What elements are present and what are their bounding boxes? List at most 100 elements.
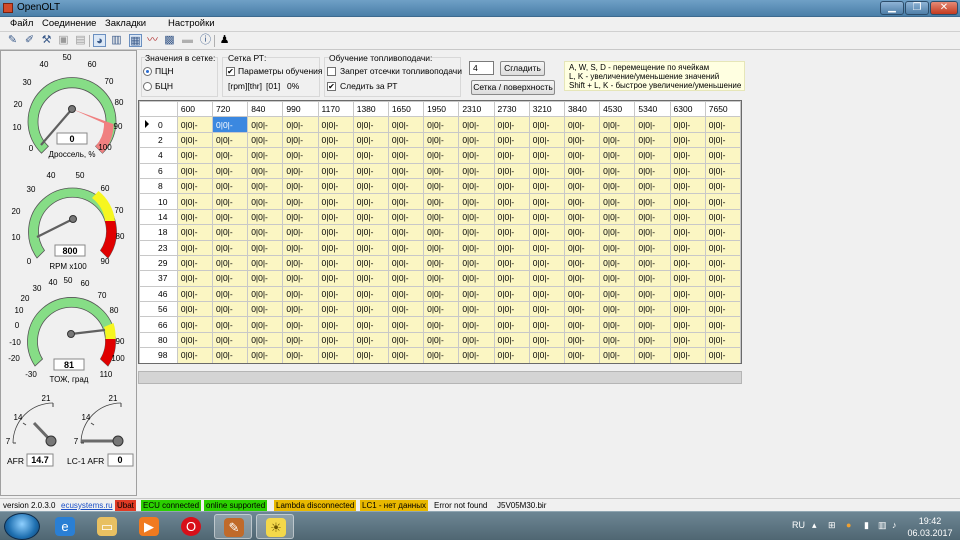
grid-cell[interactable]: 0|0|- [352, 254, 389, 272]
grid-cell[interactable]: 0|0|- [247, 347, 284, 363]
grid-cell[interactable]: 0|0|- [669, 162, 706, 179]
grid-cell[interactable]: 0|0|- [704, 347, 741, 363]
grid-cell[interactable]: 0|0|- [704, 193, 741, 210]
chip-icon[interactable]: ▣ [57, 34, 70, 47]
grid-cell[interactable]: 0|0|- [493, 331, 530, 349]
grid-cell[interactable]: 0|0|- [563, 116, 601, 133]
grid-cell[interactable]: 0|0|- [704, 162, 741, 179]
grid-cell[interactable]: 0|0|- [282, 239, 319, 256]
grid-cell[interactable]: 0|0|- [247, 147, 284, 164]
grid-cell[interactable]: 0|0|- [634, 270, 671, 287]
grid-cell[interactable]: 0|0|- [493, 224, 530, 241]
grid-cell[interactable]: 0|0|- [212, 162, 249, 179]
grid-cell[interactable]: 0|0|- [634, 331, 671, 349]
battery-icon[interactable]: ▮ [864, 520, 869, 531]
grid-cell[interactable]: 0|0|- [704, 224, 741, 241]
fuel-grid[interactable]: 600 720 840 990 1170 1380 1650 1950 2310 2730 3210… [138, 100, 742, 364]
grid-cell[interactable]: 0|0|- [247, 285, 284, 303]
openolt-taskbar-button[interactable]: ✎ [214, 514, 252, 539]
grid-cell[interactable]: 0|0|- [352, 162, 389, 179]
grid-cell[interactable]: 0|0|- [528, 224, 565, 241]
bulb-taskbar-button[interactable]: ☀ [256, 514, 294, 539]
grid-cell[interactable]: 0|0|- [669, 347, 706, 363]
grid-cell[interactable]: 0|0|- [458, 224, 495, 241]
smooth-input[interactable]: 4 [469, 61, 494, 75]
grid-cell[interactable]: 0|0|- [212, 147, 249, 164]
grid-cell[interactable]: 0|0|- [176, 331, 214, 349]
grid-cell[interactable]: 0|0|- [282, 254, 319, 272]
grid-cell[interactable]: 0|0|- [528, 301, 565, 318]
grid-cell[interactable]: 0|0|- [282, 331, 319, 349]
grid-cell[interactable]: 0|0|- [282, 347, 319, 363]
grid-cell[interactable]: 0|0|- [493, 131, 530, 149]
grid-cell[interactable]: 0|0|- [669, 270, 706, 287]
grid-cell[interactable]: 0|0|- [212, 254, 249, 272]
grid-cell[interactable]: 0|0|- [458, 301, 495, 318]
grid-cell[interactable]: 0|0|- [317, 285, 354, 303]
language-indicator[interactable]: RU [792, 520, 805, 530]
grid-cell[interactable]: 0|0|- [634, 131, 671, 149]
grid-cell[interactable]: 0|0|- [212, 331, 249, 349]
grid-cell[interactable]: 0|0|- [563, 193, 601, 210]
grid-cell[interactable]: 0|0|- [247, 316, 284, 333]
grid-cell[interactable]: 0|0|- [352, 131, 389, 149]
grid-cell[interactable]: 0|0|- [423, 331, 460, 349]
grid-cell[interactable]: 0|0|- [528, 162, 565, 179]
grid-cell[interactable]: 0|0|- [599, 147, 636, 164]
grid-cell[interactable]: 0|0|- [704, 177, 741, 195]
grid-cell[interactable]: 0|0|- [563, 177, 601, 195]
table-icon[interactable]: ▥ [110, 34, 123, 47]
minimize-button[interactable]: ▁ [880, 1, 904, 15]
grid-cell[interactable]: 0|0|- [212, 193, 249, 210]
grid-cell[interactable]: 0|0|- [176, 177, 214, 195]
grid-cell[interactable]: 0|0|- [423, 131, 460, 149]
grid-cell[interactable]: 0|0|- [563, 162, 601, 179]
grid-cell[interactable]: 0|0|- [423, 116, 460, 133]
grid-cell[interactable]: 0|0|- [212, 239, 249, 256]
grid-cell[interactable]: 0|0|- [493, 285, 530, 303]
grid-cell[interactable]: 0|0|- [317, 208, 354, 226]
grid-cell[interactable]: 0|0|- [352, 301, 389, 318]
menu-bookmarks[interactable]: Закладки [105, 18, 146, 29]
grid-icon[interactable]: ▦ [129, 34, 142, 47]
grid-cell[interactable]: 0|0|- [669, 331, 706, 349]
grid-cell[interactable]: 0|0|- [317, 254, 354, 272]
ie-taskbar-button[interactable]: e [46, 514, 84, 539]
grid-cell[interactable]: 0|0|- [704, 147, 741, 164]
disabled-icon[interactable]: ▬ [181, 34, 194, 47]
grid-cell[interactable]: 0|0|- [634, 301, 671, 318]
grid-cell[interactable]: 0|0|- [247, 116, 284, 133]
grid-cell[interactable]: 0|0|- [599, 270, 636, 287]
grid-cell[interactable]: 0|0|- [563, 347, 601, 363]
grid-cell[interactable]: 0|0|- [528, 177, 565, 195]
grid-cell[interactable]: 0|0|- [669, 224, 706, 241]
grid-cell[interactable]: 0|0|- [423, 239, 460, 256]
grid-cell[interactable]: 0|0|- [176, 193, 214, 210]
grid-cell[interactable]: 0|0|- [563, 285, 601, 303]
grid-cell[interactable]: 0|0|- [528, 193, 565, 210]
grid-cell[interactable]: 0|0|- [599, 239, 636, 256]
grid-cell[interactable]: 0|0|- [634, 239, 671, 256]
wrench-icon[interactable]: ✐ [23, 34, 36, 47]
grid-cell[interactable]: 0|0|- [282, 131, 319, 149]
clock-date[interactable]: 06.03.2017 [902, 528, 958, 538]
grid-cell[interactable]: 0|0|- [387, 331, 425, 349]
grid-cell[interactable]: 0|0|- [704, 116, 741, 133]
grid-cell[interactable]: 0|0|- [704, 254, 741, 272]
grid-cell[interactable]: 0|0|- [599, 316, 636, 333]
grid-cell[interactable]: 0|0|- [669, 116, 706, 133]
grid-cell[interactable]: 0|0|- [493, 239, 530, 256]
radio-pcn[interactable] [143, 67, 152, 76]
grid-cell[interactable]: 0|0|- [423, 224, 460, 241]
grid-cell[interactable]: 0|0|- [247, 208, 284, 226]
grid-cell[interactable]: 0|0|- [704, 285, 741, 303]
grid-cell[interactable]: 0|0|- [493, 301, 530, 318]
grid-cell[interactable]: 0|0|- [247, 239, 284, 256]
grid-cell[interactable]: 0|0|- [387, 239, 425, 256]
grid-cell[interactable]: 0|0|- [563, 147, 601, 164]
grid-cell[interactable]: 0|0|- [176, 116, 214, 133]
grid-cell[interactable]: 0|0|- [317, 177, 354, 195]
grid-cell[interactable]: 0|0|- [493, 347, 530, 363]
grid-cell[interactable]: 0|0|- [458, 316, 495, 333]
grid-cell[interactable]: 0|0|- [282, 208, 319, 226]
